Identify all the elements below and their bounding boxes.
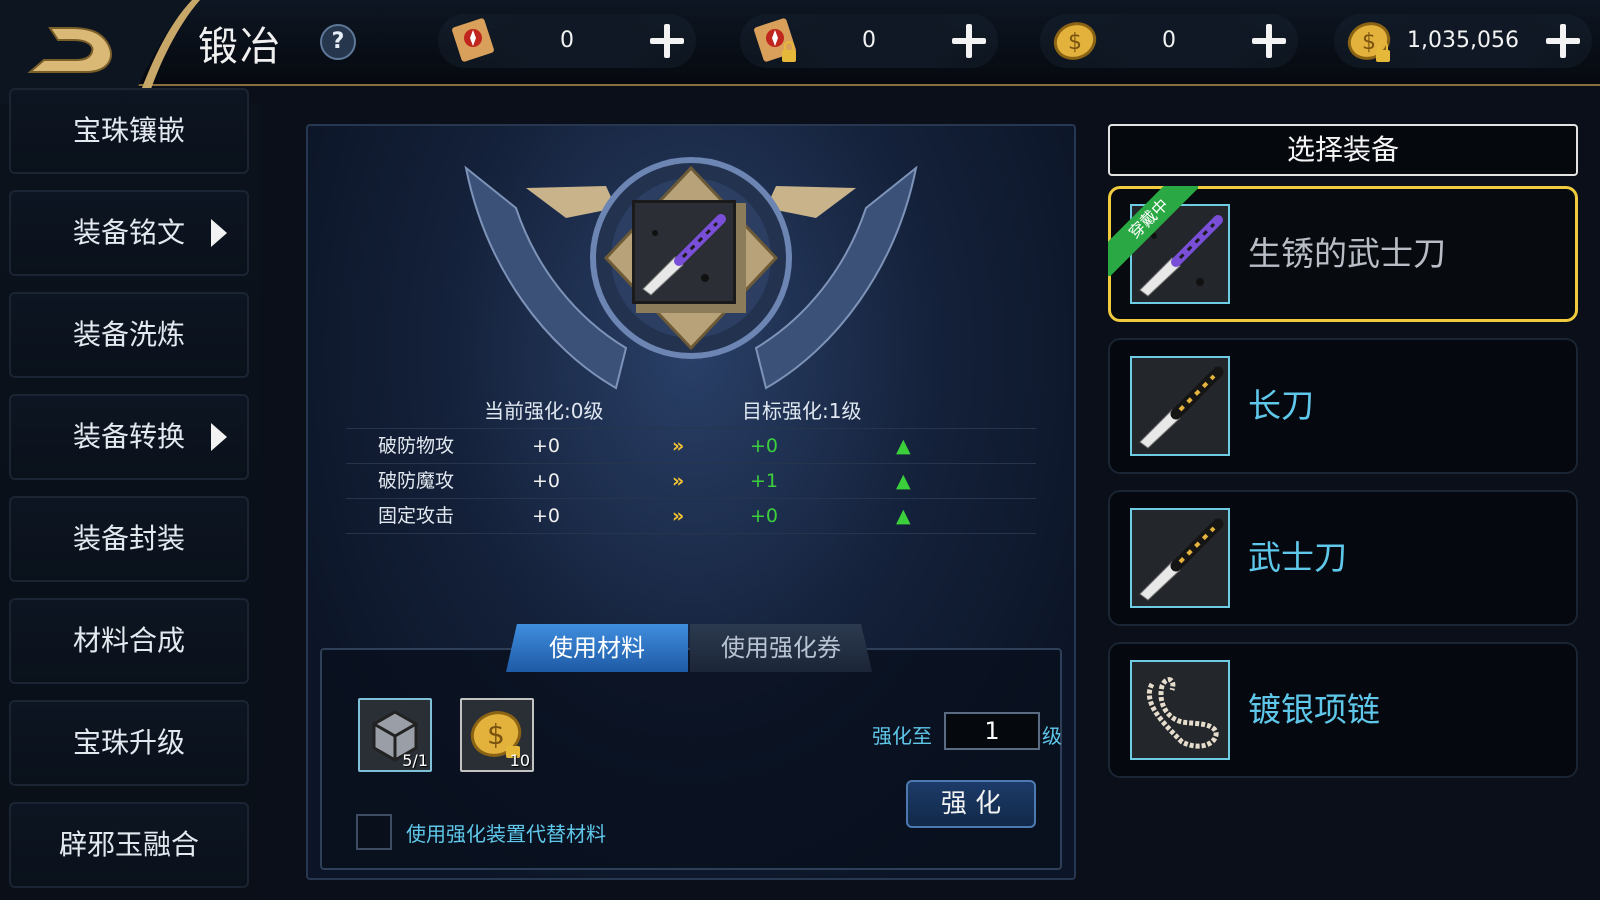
sidebar-item-label: 材料合成 xyxy=(72,624,185,657)
stat-name: 固定攻击 xyxy=(378,505,455,527)
sidebar-item-gem-inlay[interactable]: 宝珠镶嵌 xyxy=(9,88,249,174)
stat-row: 固定攻击 +0 » +0 ▲ xyxy=(346,498,1036,534)
top-bar: 锻冶 ? 0 0 $ 0 $ 1,035,056 xyxy=(0,0,1600,104)
sidebar-item-label: 宝珠镶嵌 xyxy=(72,114,185,147)
katana-icon xyxy=(1139,518,1224,601)
currency-value: 0 xyxy=(1162,28,1176,53)
sidebar-item-refine[interactable]: 装备洗炼 xyxy=(9,292,249,378)
up-triangle-icon: ▲ xyxy=(896,435,911,457)
currency-scroll: 0 xyxy=(438,14,696,68)
enhance-button[interactable]: 强 化 xyxy=(906,780,1036,828)
help-button[interactable]: ? xyxy=(320,24,356,60)
currency-value: 1,035,056 xyxy=(1407,28,1519,53)
rusty-katana-icon xyxy=(642,214,726,296)
function-sidebar: 宝珠镶嵌 装备铭文 装备洗炼 装备转换 装备封装 材料合成 宝珠升级 辟邪玉融合 xyxy=(0,88,260,900)
coin-icon: $ xyxy=(1053,22,1097,60)
equipment-item[interactable]: 穿戴中 生锈的武士刀 xyxy=(1108,186,1578,322)
add-currency-button[interactable] xyxy=(1546,24,1580,58)
material-slot[interactable]: 5/1 xyxy=(358,698,432,772)
add-currency-button[interactable] xyxy=(650,24,684,58)
page-title: 锻冶 xyxy=(198,24,282,70)
equipment-name: 长刀 xyxy=(1248,386,1314,425)
locked-coin-icon: $ xyxy=(1347,22,1391,62)
stat-row: 破防魔攻 +0 » +1 ▲ xyxy=(346,463,1036,498)
sidebar-item-seal[interactable]: 装备封装 xyxy=(9,496,249,582)
sidebar-item-convert[interactable]: 装备转换 xyxy=(9,394,249,480)
scroll-icon xyxy=(452,18,494,62)
equipment-item[interactable]: 长刀 xyxy=(1108,338,1578,474)
target-level-label: 目标强化:1级 xyxy=(742,399,862,423)
stat-current: +0 xyxy=(532,435,561,457)
currency-locked-coin: $ 1,035,056 xyxy=(1334,14,1592,68)
equipment-thumb xyxy=(1130,508,1230,608)
locked-scroll-icon xyxy=(754,18,796,62)
currency-coin: $ 0 xyxy=(1040,14,1298,68)
currency-locked-scroll: 0 xyxy=(740,14,998,68)
stat-target: +1 xyxy=(750,470,779,492)
selected-item-slot[interactable] xyxy=(632,200,736,304)
stat-target: +0 xyxy=(750,435,779,457)
enhance-stats: 当前强化:0级 目标强化:1级 破防物攻 +0 » +0 ▲ 破防魔攻 +0 »… xyxy=(346,394,1036,534)
equipment-item[interactable]: 镀银项链 xyxy=(1108,642,1578,778)
add-currency-button[interactable] xyxy=(1252,24,1286,58)
svg-text:$: $ xyxy=(1362,30,1376,55)
enhance-panel: 当前强化:0级 目标强化:1级 破防物攻 +0 » +0 ▲ 破防魔攻 +0 »… xyxy=(306,124,1076,880)
level-unit-label: 级 xyxy=(1042,724,1062,748)
enhance-level-input[interactable]: 1 xyxy=(944,712,1040,750)
stat-current: +0 xyxy=(532,505,561,527)
use-device-label: 使用强化装置代替材料 xyxy=(406,822,606,846)
equipment-name: 生锈的武士刀 xyxy=(1248,234,1446,273)
currency-value: 0 xyxy=(560,28,574,53)
stat-row: 破防物攻 +0 » +0 ▲ xyxy=(346,428,1036,463)
up-triangle-icon: ▲ xyxy=(896,505,911,527)
tab-use-materials[interactable]: 使用材料 xyxy=(506,624,688,672)
equipment-thumb xyxy=(1130,660,1230,760)
enhance-to-label: 强化至 xyxy=(872,724,932,748)
sidebar-item-label: 辟邪玉融合 xyxy=(58,828,199,861)
expand-arrow-icon xyxy=(211,219,227,247)
svg-text:$: $ xyxy=(487,718,505,751)
materials-panel: 使用材料 使用强化券 5/1 $ 10 强化至 1 级 强 化 使用强化装置代替… xyxy=(320,624,1062,870)
equipment-item[interactable]: 武士刀 xyxy=(1108,490,1578,626)
add-currency-button[interactable] xyxy=(952,24,986,58)
worn-badge-label: 穿戴中 xyxy=(1108,186,1198,276)
material-slot[interactable]: $ 10 xyxy=(460,698,534,772)
enhance-level-value: 1 xyxy=(984,717,1000,745)
double-chevron-icon: » xyxy=(672,435,685,457)
sidebar-item-label: 装备洗炼 xyxy=(72,318,185,351)
sidebar-item-label: 宝珠升级 xyxy=(72,726,185,759)
sidebar-item-gem-upgrade[interactable]: 宝珠升级 xyxy=(9,700,249,786)
currency-value: 0 xyxy=(862,28,876,53)
worn-badge: 穿戴中 xyxy=(1108,186,1198,276)
use-device-checkbox[interactable] xyxy=(356,814,392,850)
material-count: 5/1 xyxy=(402,751,428,770)
long-blade-icon xyxy=(1139,366,1224,449)
expand-arrow-icon xyxy=(211,423,227,451)
material-count: 10 xyxy=(509,751,530,770)
double-chevron-icon: » xyxy=(672,470,685,492)
current-level-label: 当前强化:0级 xyxy=(484,399,604,423)
equipment-thumb xyxy=(1130,356,1230,456)
silver-necklace-icon xyxy=(1146,677,1219,749)
sidebar-item-material-synthesis[interactable]: 材料合成 xyxy=(9,598,249,684)
stat-name: 破防物攻 xyxy=(378,435,455,457)
tab-use-tickets[interactable]: 使用强化券 xyxy=(690,624,872,672)
equipment-name: 镀银项链 xyxy=(1248,690,1380,729)
sidebar-item-inscription[interactable]: 装备铭文 xyxy=(9,190,249,276)
double-chevron-icon: » xyxy=(672,505,685,527)
up-triangle-icon: ▲ xyxy=(896,470,911,492)
svg-text:$: $ xyxy=(1068,30,1082,55)
stat-target: +0 xyxy=(750,505,779,527)
stat-current: +0 xyxy=(532,470,561,492)
sidebar-item-jade-fusion[interactable]: 辟邪玉融合 xyxy=(9,802,249,888)
stat-name: 破防魔攻 xyxy=(378,470,455,492)
select-equipment-title: 选择装备 xyxy=(1108,124,1578,176)
sidebar-item-label: 装备封装 xyxy=(72,522,185,555)
equipment-name: 武士刀 xyxy=(1248,538,1347,577)
